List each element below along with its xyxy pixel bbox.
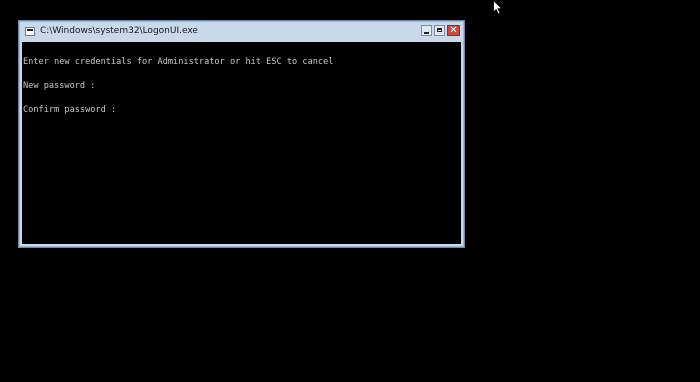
console-app-icon (25, 27, 35, 36)
maximize-button[interactable] (434, 25, 445, 36)
window-controls: ✕ (421, 25, 460, 36)
console-line-new-password: New password : (23, 81, 96, 91)
title-bar[interactable]: C:\Windows\system32\LogonUI.exe ✕ (19, 21, 464, 42)
close-icon: ✕ (449, 25, 458, 36)
window-title: C:\Windows\system32\LogonUI.exe (40, 26, 198, 36)
maximize-icon (437, 28, 442, 32)
console-line-confirm-password: Confirm password : (23, 105, 117, 115)
console-output-area[interactable]: Enter new credentials for Administrator … (22, 42, 461, 244)
arrow-pointer-icon (493, 0, 503, 15)
console-line-prompt: Enter new credentials for Administrator … (23, 57, 334, 67)
console-output: Enter new credentials for Administrator … (22, 42, 461, 130)
console-window: C:\Windows\system32\LogonUI.exe ✕ Enter … (18, 20, 465, 248)
close-button[interactable]: ✕ (447, 25, 460, 36)
minimize-icon (424, 32, 429, 34)
minimize-button[interactable] (421, 25, 432, 36)
